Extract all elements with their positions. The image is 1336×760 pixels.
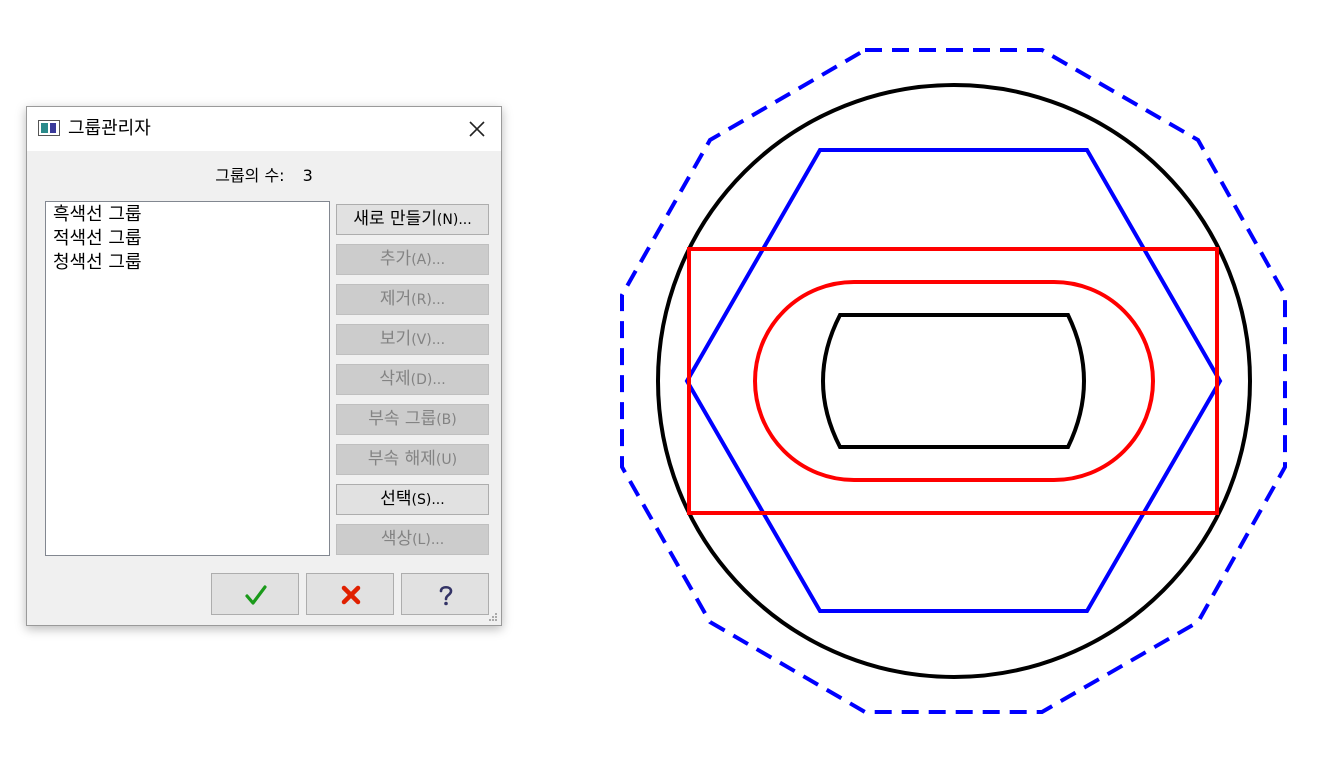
cad-drawing-canvas[interactable] [0,0,1336,760]
red-rounded-slot[interactable] [753,280,1155,482]
blue-hexagon[interactable] [684,148,1223,613]
black-circle[interactable] [656,83,1252,679]
red-rectangle[interactable] [687,247,1219,515]
black-slot-shape[interactable] [821,313,1086,449]
